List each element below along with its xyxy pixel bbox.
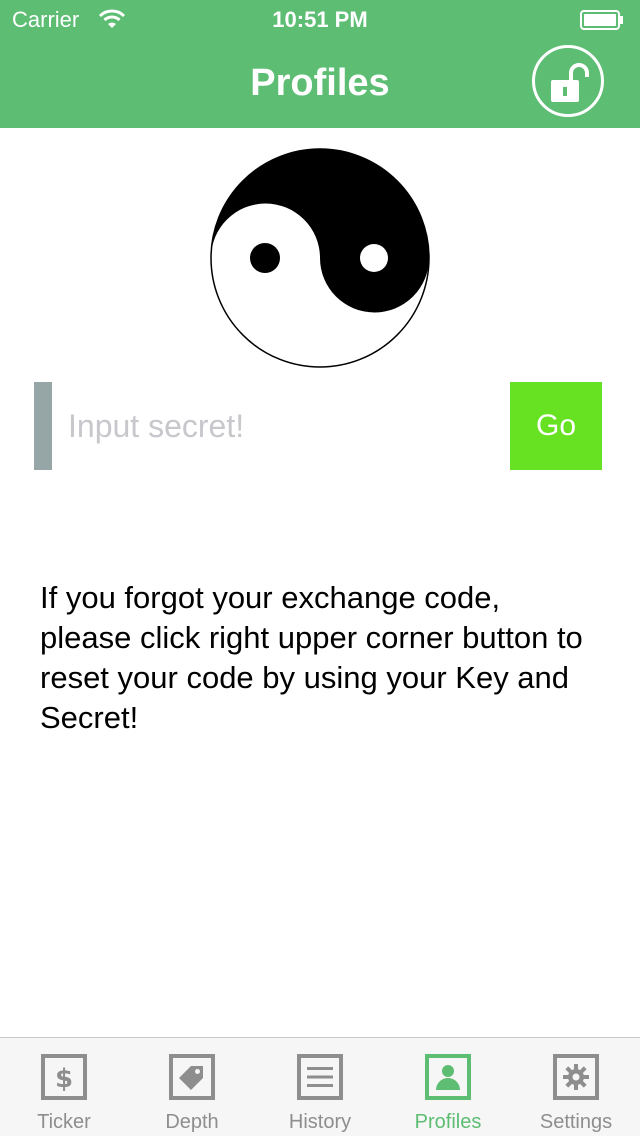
tab-depth[interactable]: Depth	[128, 1038, 256, 1137]
unlock-icon	[551, 63, 589, 102]
dollar-icon: $	[41, 1054, 87, 1100]
tag-icon	[169, 1054, 215, 1100]
tab-label: Ticker	[37, 1111, 91, 1133]
svg-text:$: $	[55, 1064, 73, 1094]
tab-ticker[interactable]: $ Ticker	[0, 1038, 128, 1137]
tab-label: Profiles	[414, 1111, 482, 1133]
status-time: 10:51 PM	[272, 7, 368, 32]
navigation-header: Carrier 10:51 PM Profiles	[0, 0, 640, 128]
tab-profiles[interactable]: Profiles	[384, 1038, 512, 1137]
tab-label: Settings	[539, 1111, 613, 1133]
go-button[interactable]: Go	[510, 382, 602, 470]
reset-help-text: If you forgot your exchange code, please…	[40, 580, 583, 735]
tab-settings[interactable]: Settings	[512, 1038, 640, 1137]
secret-input-row: Go	[34, 382, 602, 470]
tab-label: Depth	[165, 1111, 219, 1133]
gear-icon	[553, 1054, 599, 1100]
battery-icon	[580, 10, 623, 30]
list-icon	[297, 1054, 343, 1100]
status-bar: Carrier 10:51 PM	[0, 0, 640, 40]
tab-label: History	[288, 1111, 352, 1133]
input-accent-bar	[34, 382, 52, 470]
person-icon	[425, 1054, 471, 1100]
yin-yang-logo	[210, 148, 430, 368]
secret-input[interactable]	[52, 382, 492, 470]
tab-bar: $ Ticker Depth History Profiles Settings	[0, 1037, 640, 1136]
tab-history[interactable]: History	[256, 1038, 384, 1137]
reset-code-button[interactable]	[532, 45, 604, 117]
